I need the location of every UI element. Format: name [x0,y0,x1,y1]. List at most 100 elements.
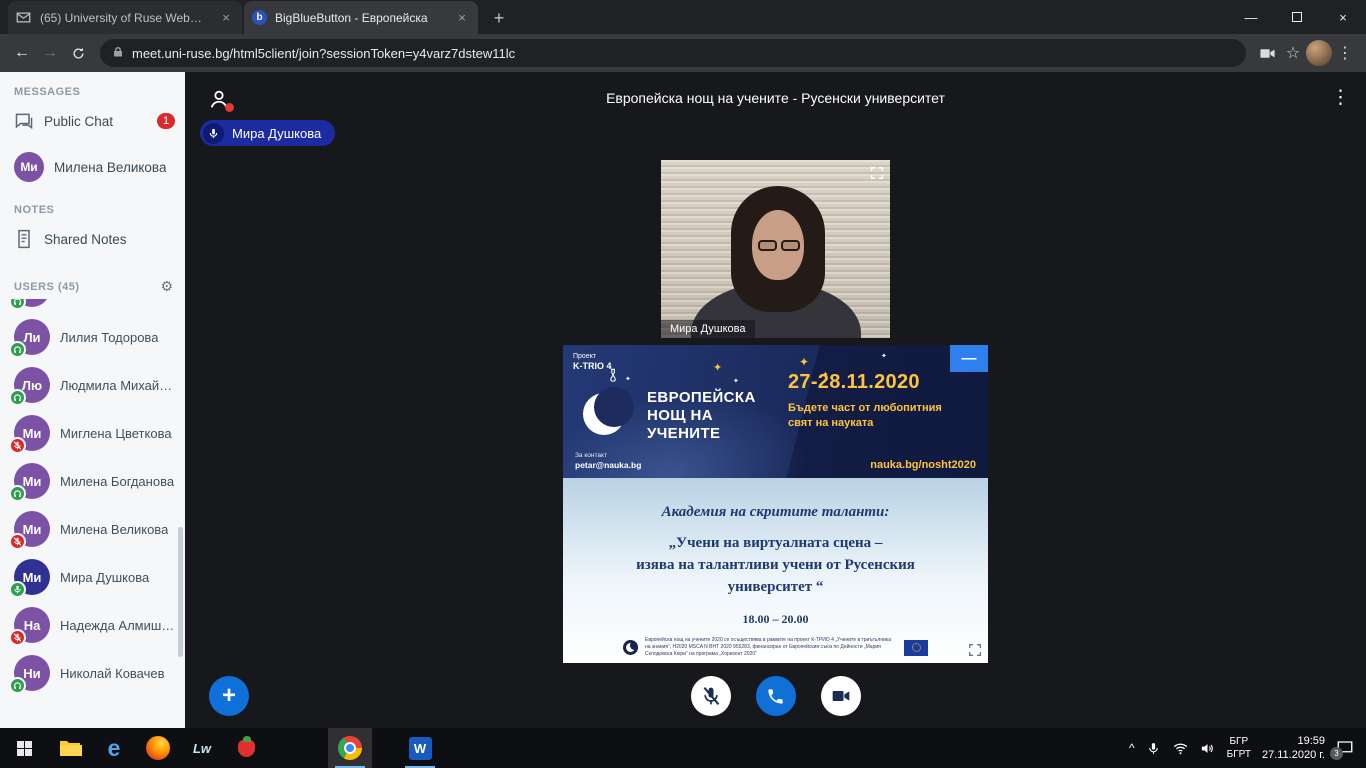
browser-tab-bbb[interactable]: b BigBlueButton - Европейска × [244,1,478,34]
private-chat-item[interactable]: Ми Милена Великова [0,144,185,190]
taskbar-firefox-icon[interactable] [136,728,180,768]
user-status-icon [9,677,26,694]
video-name-label: Мира Душкова [661,320,755,338]
user-list-item[interactable]: Ми Милена Богданова [0,457,185,505]
webcam-video[interactable]: Мира Душкова [661,160,890,338]
system-tray: ^ БГР БГРТ 19:59 27.11.2020 г. 3 [1129,728,1366,768]
taskbar-librewolf-icon[interactable]: Lw [180,728,224,768]
forward-button[interactable]: → [36,39,64,67]
options-menu-icon[interactable]: ⋮ [1331,86,1350,109]
talking-indicator[interactable]: Мира Душкова [200,120,335,146]
event-dates: 27-28.11.2020 Бъдете част от любопитния … [788,371,976,431]
taskbar-strawberry-icon[interactable] [224,728,268,768]
tab-close-icon[interactable]: × [454,10,470,26]
messages-label: MESSAGES [14,86,185,98]
talking-speaker-name: Мира Душкова [232,126,321,141]
avatar: Лю [14,367,50,403]
leave-audio-button[interactable] [756,676,796,716]
reload-button[interactable] [64,39,92,67]
slide-title: Академия на скритите таланти: [563,478,988,521]
slide-time: 18.00 – 20.00 [563,612,988,627]
volume-icon[interactable] [1200,740,1216,756]
user-list-item[interactable]: Ни Николай Ковачев [0,649,185,697]
public-chat-item[interactable]: Public Chat 1 [0,98,185,144]
user-list-item[interactable]: Ли Лилия Тодорова [0,313,185,361]
event-website: nauka.bg/nosht2020 [870,459,976,471]
mail-favicon-icon [16,10,32,26]
notification-dot [225,103,234,112]
settings-gear-icon[interactable]: ⚙ [160,278,173,295]
bbb-app: MESSAGES Public Chat 1 Ми Милена Великов… [0,72,1366,728]
avatar: Ми [14,152,44,182]
browser-menu-icon[interactable]: ⋮ [1332,40,1358,66]
flask-icon [605,367,621,385]
bbb-stage: Европейска нощ на учените - Русенски уни… [185,72,1366,728]
moon-icon [583,393,625,435]
avatar: Ми [14,559,50,595]
taskbar-chrome-icon[interactable] [328,728,372,768]
user-status-icon [9,581,26,598]
shared-notes-item[interactable]: Shared Notes [0,216,185,262]
users-label: USERS (45) [14,281,80,293]
star-icon: ✦ [733,377,739,385]
private-chat-name: Милена Великова [54,160,166,175]
webcam-button[interactable] [821,676,861,716]
new-tab-button[interactable]: + [486,5,512,31]
window-minimize-button[interactable]: — [1228,0,1274,34]
user-status-icon [9,533,26,550]
tab-title: BigBlueButton - Европейска [275,11,446,25]
camera-permission-icon[interactable] [1254,40,1280,66]
user-status-icon [9,485,26,502]
chat-icon [14,111,34,131]
tray-mic-icon[interactable] [1146,740,1162,756]
actions-plus-button[interactable]: + [209,676,249,716]
video-fullscreen-icon[interactable] [869,165,885,181]
star-icon: ✦ [881,352,887,360]
taskbar-explorer-icon[interactable] [48,728,92,768]
avatar [14,299,50,307]
sidebar-scrollbar-thumb[interactable] [178,527,183,657]
tab-close-icon[interactable]: × [218,10,234,26]
slide-footer-text: Европейска нощ на учените 2020 се осъщес… [645,637,897,658]
slide-text: „Учени на виртуалната сцена – изява на т… [563,533,988,598]
start-button[interactable] [0,728,48,768]
avatar: Ми [14,415,50,451]
notes-label: NOTES [14,204,185,216]
presentation-fullscreen-icon[interactable] [967,642,983,658]
bookmark-star-icon[interactable]: ☆ [1280,40,1306,66]
user-list-item[interactable]: На Надежда Алмише... [0,601,185,649]
user-list-item[interactable] [0,299,185,313]
user-list-item[interactable]: Ми Мира Душкова [0,553,185,601]
action-center-button[interactable]: 3 [1336,739,1356,757]
network-icon[interactable] [1173,740,1189,756]
notes-icon [14,229,34,249]
user-list-item[interactable]: Ми Миглена Цветкова [0,409,185,457]
event-logo-title: ЕВРОПЕЙСКА НОЩ НА УЧЕНИТЕ [647,389,756,443]
presentation-minimize-button[interactable]: — [950,345,988,372]
language-indicator[interactable]: БГР БГРТ [1227,735,1251,761]
user-list-item[interactable]: Лю Людмила Михайл... [0,361,185,409]
window-close-button[interactable]: × [1320,0,1366,34]
taskbar-word-icon[interactable]: W [398,728,442,768]
maximize-icon [1292,12,1302,22]
back-button[interactable]: ← [8,39,36,67]
star-icon: ✦ [625,375,631,383]
taskbar-edge-icon[interactable]: e [92,728,136,768]
mute-button[interactable] [691,676,731,716]
unread-badge: 1 [157,113,175,129]
user-status-icon [9,629,26,646]
user-list-item[interactable]: Ми Милена Великова [0,505,185,553]
participants-icon[interactable] [208,88,230,110]
window-maximize-button[interactable] [1274,0,1320,34]
star-icon: ✦ [799,355,809,369]
browser-tab-webmail[interactable]: (65) University of Ruse Webmail :: × [8,1,242,34]
tray-chevron-icon[interactable]: ^ [1129,741,1135,755]
address-bar[interactable]: meet.uni-ruse.bg/html5client/join?sessio… [100,39,1246,67]
meeting-title: Европейска нощ на учените - Русенски уни… [245,90,1306,106]
slide-body: Академия на скритите таланти: „Учени на … [563,478,988,663]
talking-mic-icon [203,123,224,144]
bbb-favicon-icon: b [252,10,267,25]
clock[interactable]: 19:59 27.11.2020 г. [1262,734,1325,763]
user-name: Надежда Алмише... [60,618,175,633]
profile-avatar[interactable] [1306,40,1332,66]
